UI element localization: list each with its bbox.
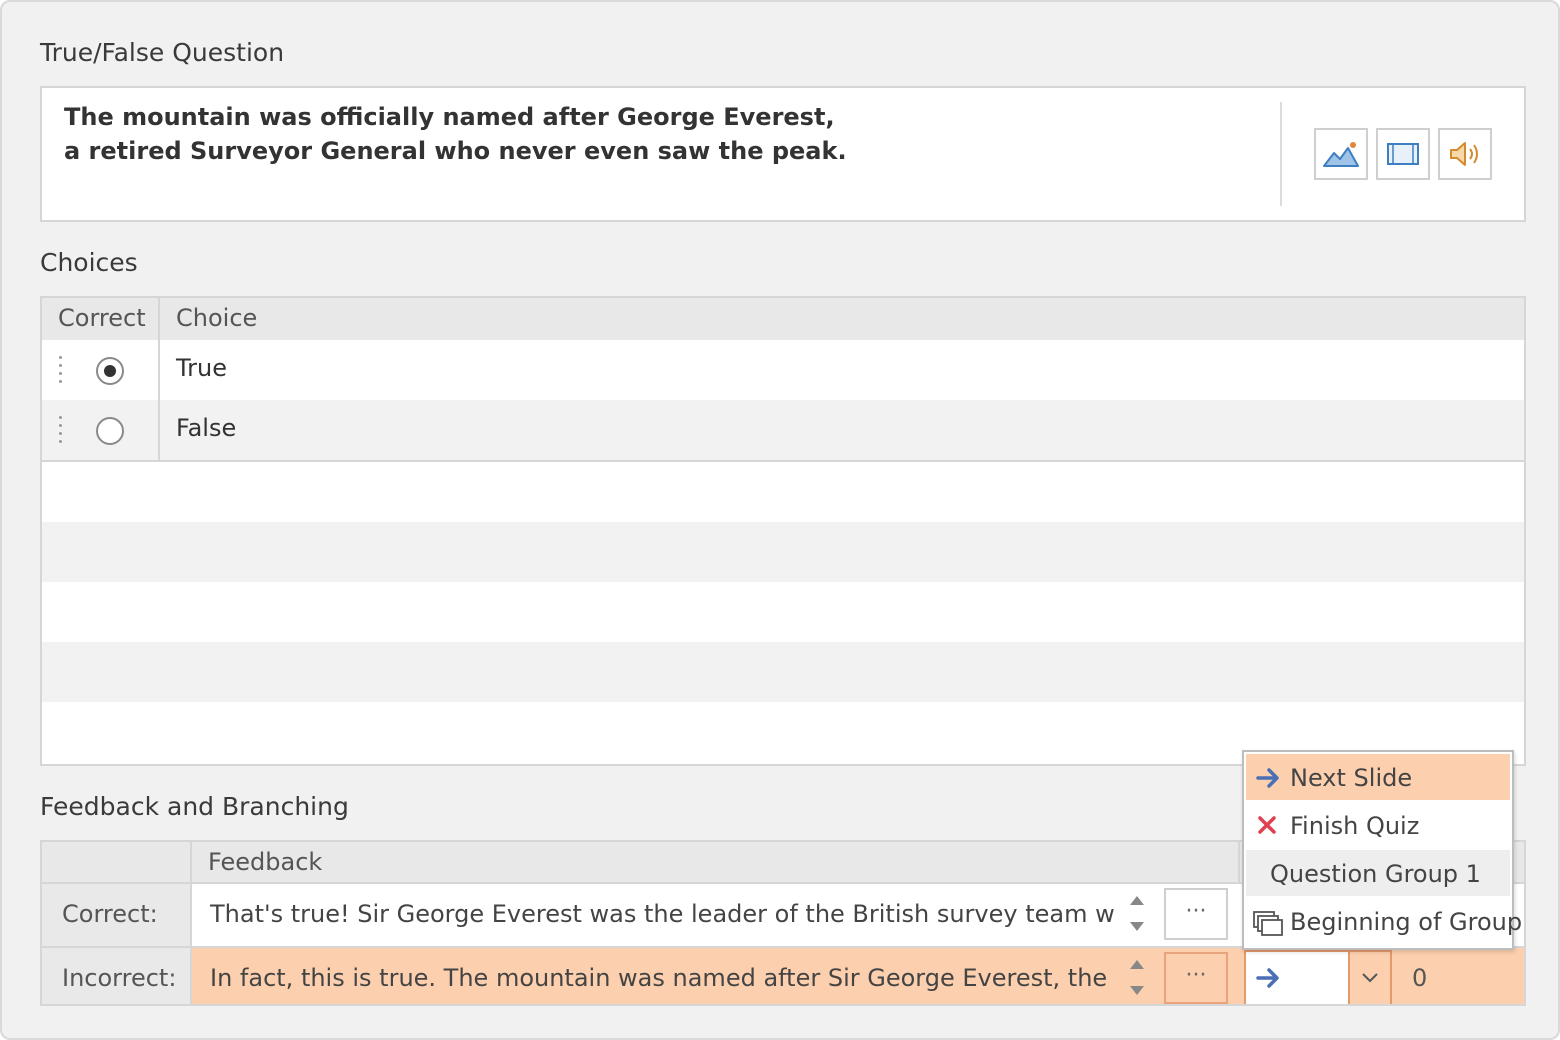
close-icon [1258, 816, 1276, 834]
menu-item-beginning-of-group[interactable]: Beginning of Group [1246, 898, 1522, 944]
feedback-row-label: Correct: [42, 884, 192, 946]
insert-audio-button[interactable] [1438, 128, 1492, 180]
menu-item-next-slide[interactable]: Next Slide [1246, 754, 1510, 800]
arrow-right-icon [1256, 768, 1279, 788]
branching-select[interactable] [1244, 950, 1392, 1004]
insert-video-button[interactable] [1376, 128, 1430, 180]
feedback-column-header[interactable]: Feedback [208, 848, 322, 876]
question-box[interactable]: The mountain was officially named after … [40, 86, 1526, 222]
choice-column-header[interactable]: Choice [176, 304, 257, 332]
empty-row[interactable] [42, 522, 1524, 582]
correct-column-header[interactable]: Correct [58, 304, 146, 332]
question-text[interactable]: The mountain was officially named after … [64, 100, 1244, 168]
feedback-text[interactable]: In fact, this is true. The mountain was … [210, 964, 1115, 992]
choice-text[interactable]: True [176, 354, 227, 382]
choices-section-title: Choices [40, 248, 138, 277]
feedback-text[interactable]: That's true! Sir George Everest was the … [210, 900, 1115, 928]
group-label: Question Group 1 [1270, 860, 1481, 888]
question-section-title: True/False Question [40, 38, 285, 67]
feedback-row-label: Incorrect: [42, 948, 192, 1004]
column-divider [158, 298, 160, 460]
feedback-cell[interactable]: In fact, this is true. The mountain was … [192, 948, 1524, 1004]
correct-radio-true[interactable] [96, 357, 124, 385]
choice-row[interactable]: False [42, 400, 1524, 460]
choice-text[interactable]: False [176, 414, 236, 442]
divider [1280, 102, 1282, 206]
feedback-row-incorrect[interactable]: Incorrect: In fact, this is true. The mo… [42, 946, 1524, 1004]
score-value[interactable]: 0 [1412, 964, 1427, 992]
menu-item-label: Beginning of Group [1290, 908, 1523, 936]
image-icon [1323, 142, 1359, 167]
choice-row[interactable]: True [42, 340, 1524, 400]
choices-table: Correct Choice True False [40, 296, 1526, 766]
choices-header: Correct Choice [42, 298, 1524, 340]
insert-image-button[interactable] [1314, 128, 1368, 180]
header-divider [190, 842, 192, 884]
feedback-scroll-spinner[interactable] [1122, 956, 1154, 1002]
menu-item-label: Finish Quiz [1290, 812, 1420, 840]
header-divider [1238, 842, 1240, 884]
drag-handle-icon[interactable] [58, 416, 64, 446]
edit-feedback-button[interactable]: ··· [1164, 952, 1228, 1004]
edit-feedback-button[interactable]: ··· [1164, 888, 1228, 940]
drag-handle-icon[interactable] [58, 356, 64, 386]
empty-row[interactable] [42, 642, 1524, 702]
menu-item-finish-quiz[interactable]: Finish Quiz [1246, 802, 1510, 848]
question-editor-panel: True/False Question The mountain was off… [0, 0, 1560, 1040]
group-icon [1253, 911, 1283, 936]
dropdown-toggle[interactable] [1348, 952, 1390, 1004]
menu-item-label: Next Slide [1290, 764, 1413, 792]
branch-dropdown-menu: Next Slide Finish Quiz Question Group 1 … [1242, 750, 1522, 950]
menu-group-header: Question Group 1 [1246, 850, 1510, 896]
empty-row[interactable] [42, 462, 1524, 522]
audio-icon [1450, 142, 1478, 166]
feedback-scroll-spinner[interactable] [1122, 892, 1154, 938]
chevron-down-icon [1362, 973, 1378, 983]
arrow-right-icon [1256, 968, 1279, 988]
feedback-section-title: Feedback and Branching [40, 792, 349, 821]
correct-radio-false[interactable] [96, 417, 124, 445]
empty-row[interactable] [42, 582, 1524, 642]
video-icon [1387, 143, 1419, 165]
